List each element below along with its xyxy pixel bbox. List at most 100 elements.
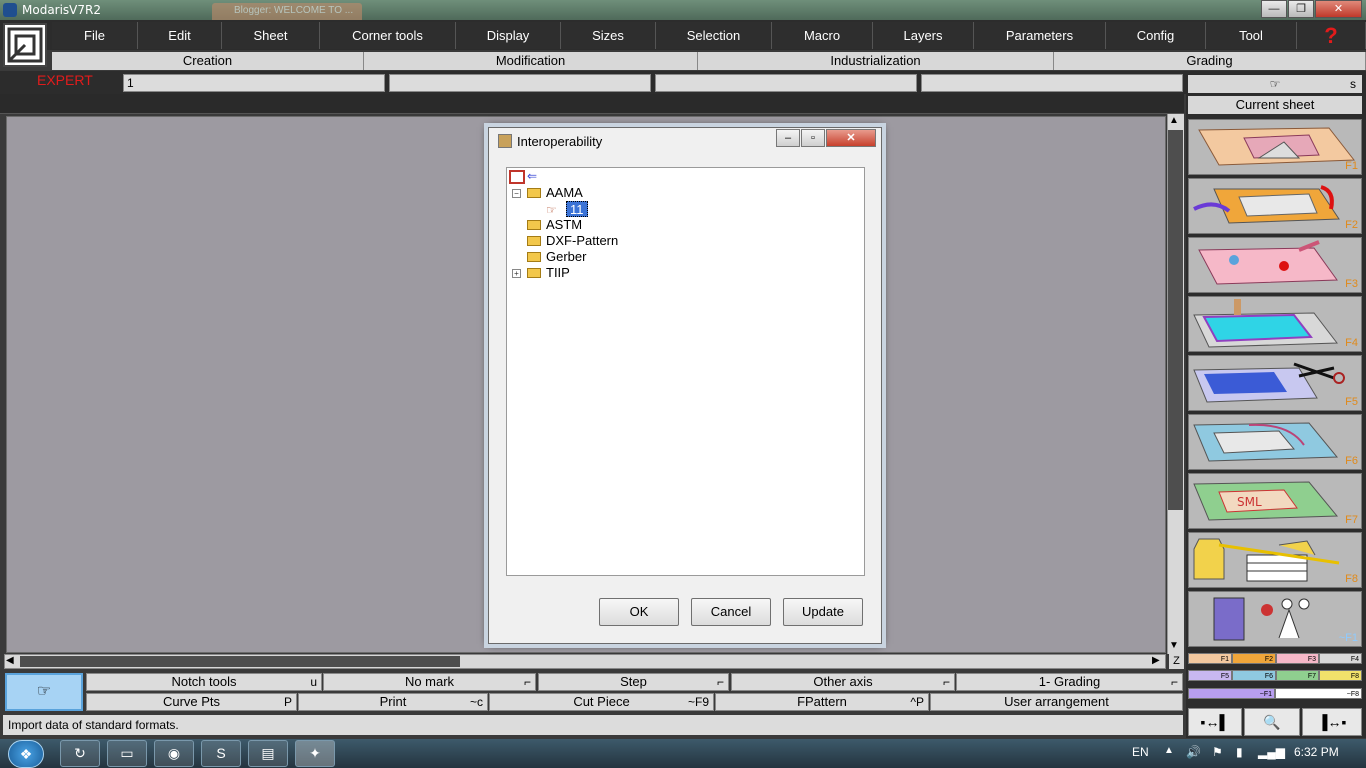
menu-file[interactable]: File [52, 22, 138, 49]
taskbar-modaris-icon[interactable]: ✦ [295, 740, 335, 767]
tree-node-label: ASTM [546, 217, 583, 232]
help-icon[interactable]: ? [1297, 22, 1366, 49]
menu-corner-tools[interactable]: Corner tools [320, 22, 456, 49]
swatch-shift-f1[interactable]: ~F1 [1188, 688, 1275, 699]
submenu-creation[interactable]: Creation [52, 52, 364, 70]
ok-button[interactable]: OK [599, 598, 679, 626]
modaris-root-icon[interactable] [509, 170, 525, 184]
swatch-f2[interactable]: F2 [1232, 653, 1276, 664]
user-arrangement-button[interactable]: User arrangement [930, 693, 1183, 711]
f3-edit-piece-icon[interactable]: F3 [1188, 237, 1362, 293]
minimize-button[interactable]: — [1261, 0, 1287, 18]
grading-key: ⌐ [1170, 675, 1178, 689]
window-title: ModarisV7R2 [22, 3, 102, 17]
menu-macro[interactable]: Macro [772, 22, 873, 49]
dialog-close-button[interactable]: ✕ [826, 129, 876, 147]
swatch-f8[interactable]: F8 [1319, 670, 1362, 681]
update-button[interactable]: Update [783, 598, 863, 626]
windows-start-icon[interactable]: ❖ [8, 740, 44, 768]
menu-config[interactable]: Config [1106, 22, 1206, 49]
swatch-shift-f8[interactable]: ~F8 [1275, 688, 1362, 699]
step-button[interactable]: Step ⌐ [538, 673, 729, 691]
collapse-aama-icon[interactable]: − [512, 189, 521, 198]
f6-seam-icon[interactable]: F6 [1188, 414, 1362, 470]
battery-icon[interactable]: ▮ [1236, 745, 1243, 759]
language-indicator[interactable]: EN [1132, 745, 1149, 759]
size-field[interactable]: 1 [123, 74, 385, 92]
curve-pts-button[interactable]: Curve Pts P [86, 693, 297, 711]
scroll-left-icon[interactable]: ◀ [6, 655, 14, 666]
menu-layers[interactable]: Layers [873, 22, 974, 49]
zoom-icon[interactable]: 🔍 [1244, 708, 1300, 736]
taskbar-app-icon[interactable]: ↻ [60, 740, 100, 767]
dialog-maximize-button[interactable]: ▫ [801, 129, 825, 147]
cancel-button[interactable]: Cancel [691, 598, 771, 626]
submenu-industrialization[interactable]: Industrialization [698, 52, 1054, 70]
pointing-hand-icon: ☞ [546, 203, 557, 217]
f2-cut-tool-icon[interactable]: F2 [1188, 178, 1362, 234]
tree-node-gerber[interactable]: Gerber [527, 249, 586, 265]
dialog-minimize-button[interactable]: – [776, 129, 800, 147]
print-button[interactable]: Print ~c [298, 693, 488, 711]
tree-node-astm[interactable]: ASTM [527, 217, 582, 233]
clock[interactable]: 6:32 PM [1294, 745, 1339, 759]
zoom-z-icon[interactable]: Z [1169, 654, 1184, 669]
scroll-right-icon[interactable]: ▶ [1152, 655, 1160, 666]
expand-tiip-icon[interactable]: + [512, 269, 521, 278]
submenu-grading[interactable]: Grading [1054, 52, 1366, 70]
f5-scissors-piece-icon[interactable]: F5 [1188, 355, 1362, 411]
notch-tools-button[interactable]: Notch tools u [86, 673, 322, 691]
app-icon [3, 3, 17, 17]
info-field-2 [389, 74, 651, 92]
grading-button[interactable]: 1- Grading ⌐ [956, 673, 1183, 691]
restore-button[interactable]: ❐ [1288, 0, 1314, 18]
swatch-f6[interactable]: F6 [1232, 670, 1276, 681]
taskbar-skype-icon[interactable]: S [201, 740, 241, 767]
f4-piece-icon[interactable]: F4 [1188, 296, 1362, 352]
f7-label-icon[interactable]: SML F7 [1188, 473, 1362, 529]
horizontal-scroll-thumb[interactable] [20, 656, 460, 667]
cut-piece-button[interactable]: Cut Piece ~F9 [489, 693, 714, 711]
swatch-f4[interactable]: F4 [1319, 653, 1362, 664]
scroll-up-icon[interactable]: ▲ [1169, 115, 1179, 126]
submenu-modification[interactable]: Modification [364, 52, 698, 70]
f8-grading-table-icon[interactable]: F8 [1188, 532, 1362, 588]
volume-icon[interactable]: 🔊 [1186, 745, 1201, 759]
menu-tool[interactable]: Tool [1206, 22, 1297, 49]
menu-parameters[interactable]: Parameters [974, 22, 1106, 49]
grading-label: 1- Grading [1038, 674, 1101, 689]
no-mark-button[interactable]: No mark ⌐ [323, 673, 536, 691]
taskbar-notepad-icon[interactable]: ▤ [248, 740, 288, 767]
fpattern-button[interactable]: FPattern ^P [715, 693, 929, 711]
tree-node-tiip[interactable]: TIIP [527, 265, 570, 281]
move-right-icon[interactable]: ▐↔▪ [1302, 708, 1362, 736]
tree-node-dxf-pattern[interactable]: DXF-Pattern [527, 233, 618, 249]
hand-tool-button[interactable]: ☞ [5, 673, 83, 711]
action-center-icon[interactable]: ⚑ [1212, 745, 1223, 759]
taskbar-chrome-icon[interactable]: ◉ [154, 740, 194, 767]
notch-tools-label: Notch tools [171, 674, 237, 689]
other-axis-button[interactable]: Other axis ⌐ [731, 673, 955, 691]
close-button[interactable]: ✕ [1315, 0, 1362, 18]
hand-pointer-icon[interactable]: ☞ [1188, 75, 1362, 93]
tree-node-aama[interactable]: AAMA [527, 185, 583, 201]
scroll-down-icon[interactable]: ▼ [1169, 640, 1179, 651]
vertical-scroll-thumb[interactable] [1168, 130, 1183, 510]
background-browser-tab[interactable]: Blogger: WELCOME TO ... [212, 3, 362, 20]
swatch-f1[interactable]: F1 [1188, 653, 1232, 664]
swatch-f7[interactable]: F7 [1276, 670, 1319, 681]
menu-display[interactable]: Display [456, 22, 561, 49]
menu-sheet[interactable]: Sheet [222, 22, 320, 49]
swatch-f3[interactable]: F3 [1276, 653, 1319, 664]
menu-sizes[interactable]: Sizes [561, 22, 656, 49]
taskbar-folder-icon[interactable]: ▭ [107, 740, 147, 767]
menu-selection[interactable]: Selection [656, 22, 772, 49]
swatch-f5[interactable]: F5 [1188, 670, 1232, 681]
menu-edit[interactable]: Edit [138, 22, 222, 49]
f9-garment-figure-icon[interactable]: ~F1 [1188, 591, 1362, 647]
network-icon[interactable]: ▂▄▆ [1258, 745, 1285, 759]
move-left-icon[interactable]: ▪↔▌ [1188, 708, 1242, 736]
tree-node-11[interactable]: 11 [566, 201, 588, 217]
tray-arrow-icon[interactable]: ▲ [1164, 745, 1174, 756]
f1-pattern-tool-icon[interactable]: F1 [1188, 119, 1362, 175]
